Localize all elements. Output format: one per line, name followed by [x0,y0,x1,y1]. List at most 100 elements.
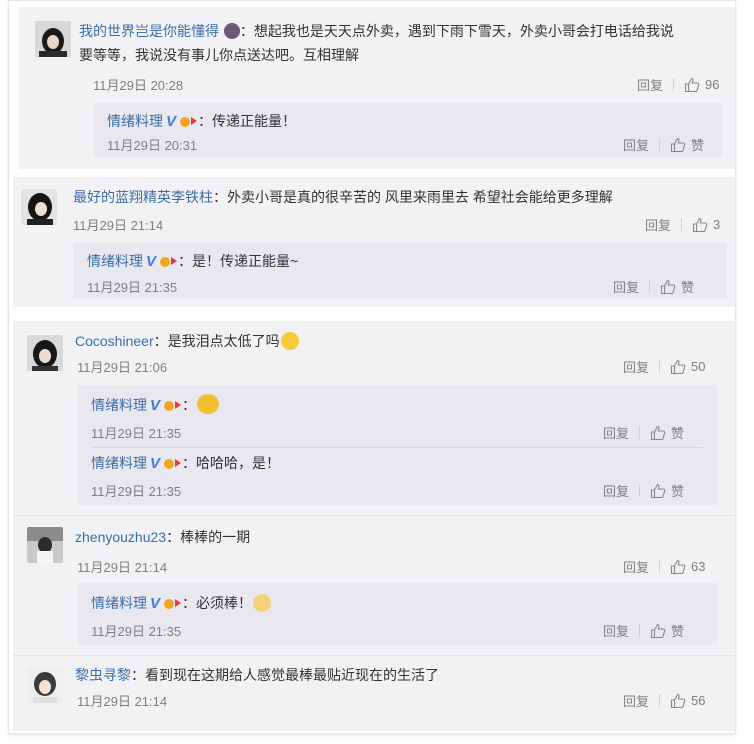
avatar[interactable] [27,335,63,371]
comment-text: zhenyouzhu23：棒棒的一期 [75,529,251,545]
member-badge-icon [164,593,182,609]
reply-username[interactable]: 情绪料理 [107,113,163,129]
comment-username[interactable]: 最好的蓝翔精英李铁柱 [73,189,213,205]
crying-emoji-icon [280,332,299,350]
verified-v-icon: V [150,397,161,414]
member-badge-icon [164,453,182,469]
divider [659,694,661,707]
reply-username[interactable]: 情绪料理 [91,397,147,413]
like-label: 赞 [691,138,705,153]
like-count: 96 [705,77,720,92]
reply-button[interactable]: 回复 [623,691,649,710]
comment-text: Cocoshineer：是我泪点太低了吗 [75,329,675,353]
like-button[interactable]: 3 [692,217,720,233]
like-count: 50 [691,359,706,374]
divider [673,78,675,91]
reply-button[interactable]: 回复 [613,277,639,296]
reply-actions: 回复 赞 [603,481,684,500]
member-badge-icon [223,23,240,39]
thumbs-up-icon [650,425,666,440]
reply-actions: 回复 赞 [613,277,694,296]
thumbs-up-icon [670,559,686,574]
reply-username[interactable]: 情绪料理 [91,455,147,471]
comment-username[interactable]: 黎虫寻黎 [75,667,131,683]
like-button[interactable]: 96 [684,77,719,93]
comment-actions: 回复 96 [637,75,719,94]
member-badge-icon [164,395,182,411]
avatar[interactable] [27,527,63,563]
like-count: 56 [691,693,706,708]
verified-v-icon: V [150,595,161,612]
comments-panel: 我的世界岂是你能懂得 ：想起我也是天天点外卖，遇到下雨下雪天，外卖小哥会打电话给… [8,0,736,734]
reply-actions: 回复 赞 [623,135,704,154]
reply-time: 11月29日 21:35 [87,280,178,295]
like-button[interactable]: 赞 [650,481,684,500]
reply-actions: 回复 赞 [603,621,684,640]
like-button[interactable]: 50 [670,359,705,375]
comment-username[interactable]: zhenyouzhu23 [75,529,166,545]
reply-button[interactable]: 回复 [637,75,663,94]
reply-time: 11月29日 21:35 [91,624,182,639]
avatar[interactable] [35,21,71,57]
like-button[interactable]: 赞 [650,621,684,640]
thumbs-up-icon [670,137,686,152]
like-button[interactable]: 56 [670,693,705,709]
comment-time: 11月29日 21:06 [77,360,168,375]
divider [649,280,651,293]
comment-username[interactable]: 我的世界岂是你能懂得 [79,23,219,39]
verified-v-icon: V [150,455,161,472]
like-label: 赞 [681,280,695,295]
member-badge-icon [180,111,198,127]
reply-text: 情绪料理 V： [91,393,220,418]
reply-text: 情绪料理 V ：是！传递正能量~ [87,249,298,274]
thumbs-up-icon [660,279,676,294]
reply-text: 情绪料理 V ：必须棒！ [91,591,272,616]
reply-time: 11月29日 20:31 [107,138,198,153]
like-count: 3 [713,217,721,232]
like-label: 赞 [671,624,685,639]
divider [639,624,641,637]
comment-text: 黎虫寻黎：看到现在这期给人感觉最棒最贴近现在的生活了 [75,667,439,683]
divider [659,560,661,573]
thumbs-up-icon [670,693,686,708]
reply-button[interactable]: 回复 [623,135,649,154]
like-button[interactable]: 赞 [660,277,694,296]
reply-button[interactable]: 回复 [603,481,629,500]
divider [13,655,735,656]
emoji-icon [253,594,272,612]
reply-box: 情绪料理 V ：必须棒！ 11月29日 21:35 回复 赞 [77,583,717,645]
reply-button[interactable]: 回复 [603,621,629,640]
avatar[interactable] [27,667,63,703]
comment-card: 我的世界岂是你能懂得 ：想起我也是天天点外卖，遇到下雨下雪天，外卖小哥会打电话给… [19,7,735,169]
comment-time: 11月29日 20:28 [93,78,184,93]
reply-box: 情绪料理 V： 11月29日 21:35 回复 赞 情绪料理 V ：哈哈哈，是！ 11… [77,385,717,505]
emoji-icon [197,394,220,414]
comment-time: 11月29日 21:14 [73,218,164,233]
comment-card: 最好的蓝翔精英李铁柱：外卖小哥是真的很辛苦的 风里来雨里去 希望社会能给更多理解… [13,177,735,307]
comment-username[interactable]: Cocoshineer [75,333,154,349]
reply-button[interactable]: 回复 [623,357,649,376]
comment-time: 11月29日 21:14 [77,560,168,575]
avatar[interactable] [21,189,57,225]
member-badge-icon [160,251,178,267]
comment-text: 我的世界岂是你能懂得 ：想起我也是天天点外卖，遇到下雨下雪天，外卖小哥会打电话给… [79,23,674,63]
divider [681,218,683,231]
verified-v-icon: V [166,113,177,130]
divider [659,360,661,373]
thumbs-up-icon [684,77,700,92]
thumbs-up-icon [650,483,666,498]
reply-time: 11月29日 21:35 [91,426,182,441]
like-button[interactable]: 赞 [670,135,704,154]
reply-button[interactable]: 回复 [623,557,649,576]
reply-button[interactable]: 回复 [645,215,671,234]
divider [91,447,703,448]
like-label: 赞 [671,484,685,499]
like-count: 63 [691,559,706,574]
reply-username[interactable]: 情绪料理 [87,253,143,269]
reply-username[interactable]: 情绪料理 [91,595,147,611]
like-button[interactable]: 63 [670,559,705,575]
reply-button[interactable]: 回复 [603,423,629,442]
reply-actions: 回复 赞 [603,423,684,442]
divider [639,426,641,439]
like-button[interactable]: 赞 [650,423,684,442]
